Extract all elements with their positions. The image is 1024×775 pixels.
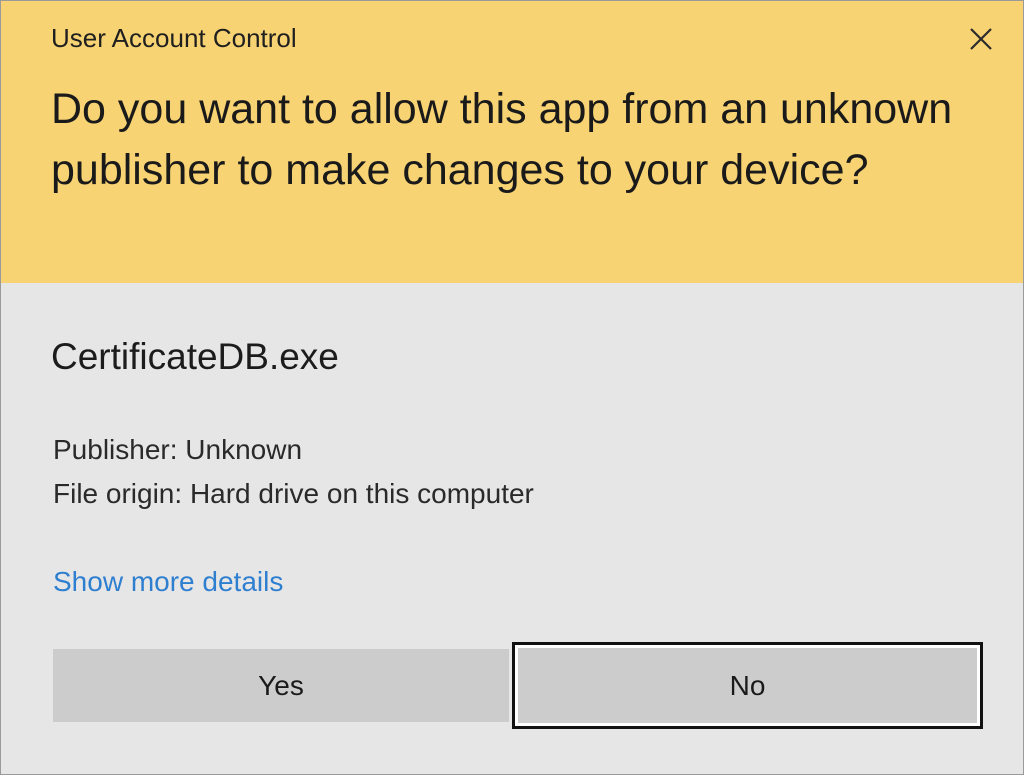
uac-dialog: User Account Control Do you want to allo… xyxy=(0,0,1024,775)
no-button[interactable]: No xyxy=(512,642,983,729)
close-button[interactable] xyxy=(956,15,1006,63)
yes-button[interactable]: Yes xyxy=(53,649,509,722)
close-icon xyxy=(970,28,992,50)
publisher-info: Publisher: Unknown xyxy=(53,434,303,465)
show-more-details-link[interactable]: Show more details xyxy=(53,566,283,598)
file-origin-info: File origin: Hard drive on this computer xyxy=(53,478,534,509)
dialog-header: User Account Control Do you want to allo… xyxy=(1,1,1023,283)
prompt-question: Do you want to allow this app from an un… xyxy=(51,85,953,194)
app-name: CertificateDB.exe xyxy=(51,336,339,377)
dialog-title: User Account Control xyxy=(51,23,297,53)
